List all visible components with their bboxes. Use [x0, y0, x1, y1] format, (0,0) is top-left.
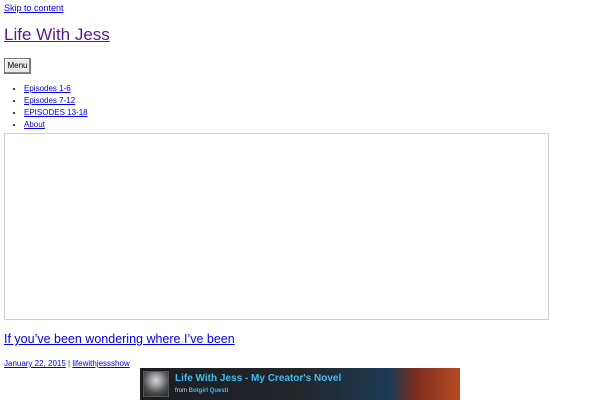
post-meta: January 22, 2015 | lifewithjessshow [4, 359, 130, 368]
video-from-label: from [175, 388, 189, 394]
skip-to-content-link[interactable]: Skip to content [4, 3, 64, 13]
main-navigation: Episodes 1-6 Episodes 7-12 EPISODES 13-1… [14, 83, 88, 131]
nav-link-episodes-13-18[interactable]: EPISODES 13-18 [24, 108, 88, 117]
nav-link-episodes-7-12[interactable]: Episodes 7-12 [24, 96, 75, 105]
post-date-link[interactable]: January 22, 2015 [4, 359, 66, 368]
video-author-link[interactable]: Botgirl Questi [189, 388, 229, 394]
post-author-link[interactable]: lifewithjessshow [72, 359, 129, 368]
site-title-link[interactable]: Life With Jess [4, 25, 110, 45]
nav-item: Episodes 1-6 [24, 83, 88, 95]
video-byline: from Botgirl Questi [175, 388, 228, 394]
video-embed[interactable]: Life With Jess - My Creator's Novel from… [140, 368, 460, 400]
post-title-link[interactable]: If you’ve been wondering where I’ve been [4, 332, 235, 346]
menu-button[interactable]: Menu [4, 58, 31, 74]
nav-link-episodes-1-6[interactable]: Episodes 1-6 [24, 84, 71, 93]
nav-link-about[interactable]: About [24, 120, 45, 129]
nav-item: About [24, 119, 88, 131]
embedded-content-frame[interactable] [4, 133, 549, 320]
author-avatar[interactable] [143, 371, 169, 397]
nav-item: Episodes 7-12 [24, 95, 88, 107]
nav-item: EPISODES 13-18 [24, 107, 88, 119]
video-title-link[interactable]: Life With Jess - My Creator's Novel [175, 373, 341, 384]
